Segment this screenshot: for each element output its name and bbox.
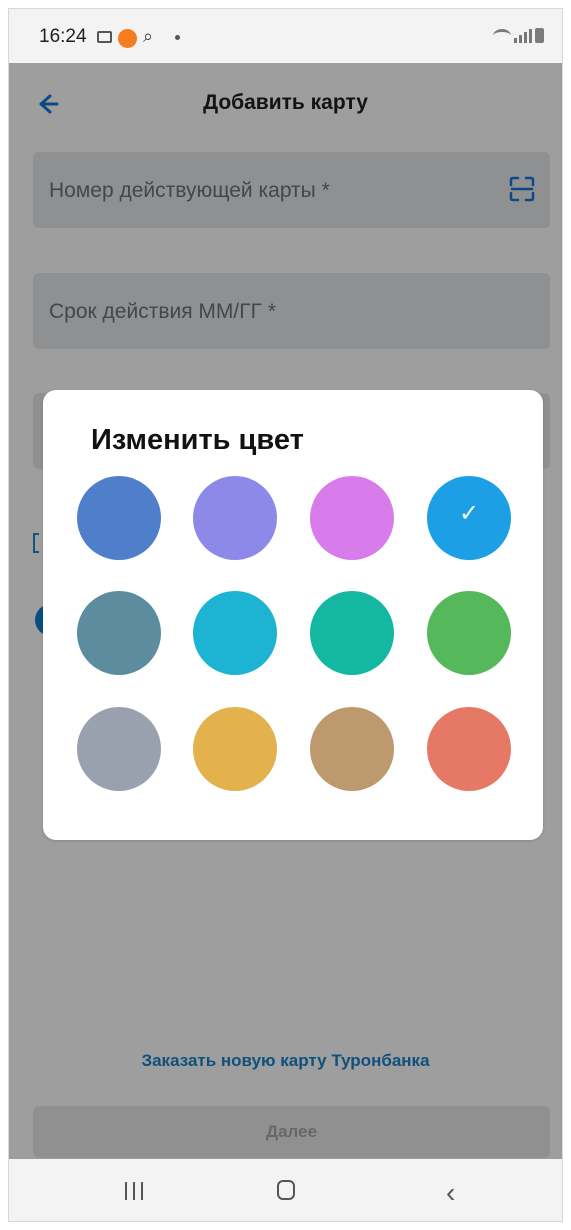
- color-swatch[interactable]: [193, 476, 277, 560]
- wifi-icon: [493, 29, 511, 43]
- color-swatch[interactable]: [77, 707, 161, 791]
- battery-icon: [535, 28, 544, 43]
- search-icon: ⌕: [143, 26, 154, 46]
- system-navigation-bar: ‹: [9, 1159, 562, 1221]
- notification-dot-icon: [175, 35, 180, 40]
- color-swatch[interactable]: [310, 476, 394, 560]
- checkmark-icon: ✓: [458, 500, 480, 527]
- change-color-dialog: Изменить цвет ✓: [43, 390, 543, 840]
- recent-apps-icon[interactable]: [125, 1182, 143, 1200]
- status-bar: 16:24 ⌕: [9, 9, 562, 63]
- color-swatch[interactable]: [77, 476, 161, 560]
- dialog-title: Изменить цвет: [91, 424, 304, 456]
- color-swatch[interactable]: [193, 707, 277, 791]
- color-swatch[interactable]: [310, 591, 394, 675]
- color-swatch[interactable]: [427, 591, 511, 675]
- gallery-icon: [97, 31, 112, 43]
- color-swatch-selected[interactable]: ✓: [427, 476, 511, 560]
- color-swatch[interactable]: [427, 707, 511, 791]
- app-notification-icon: [118, 29, 137, 48]
- color-swatch[interactable]: [193, 591, 277, 675]
- color-swatch[interactable]: [77, 591, 161, 675]
- phone-screen: 16:24 ⌕ Добавить карту Номер действующей…: [8, 8, 563, 1222]
- status-time: 16:24: [39, 26, 87, 47]
- status-indicators: [493, 28, 544, 43]
- back-icon[interactable]: ‹: [446, 1179, 455, 1207]
- signal-icon: [514, 29, 532, 43]
- color-swatch[interactable]: [310, 707, 394, 791]
- home-icon[interactable]: [277, 1180, 295, 1200]
